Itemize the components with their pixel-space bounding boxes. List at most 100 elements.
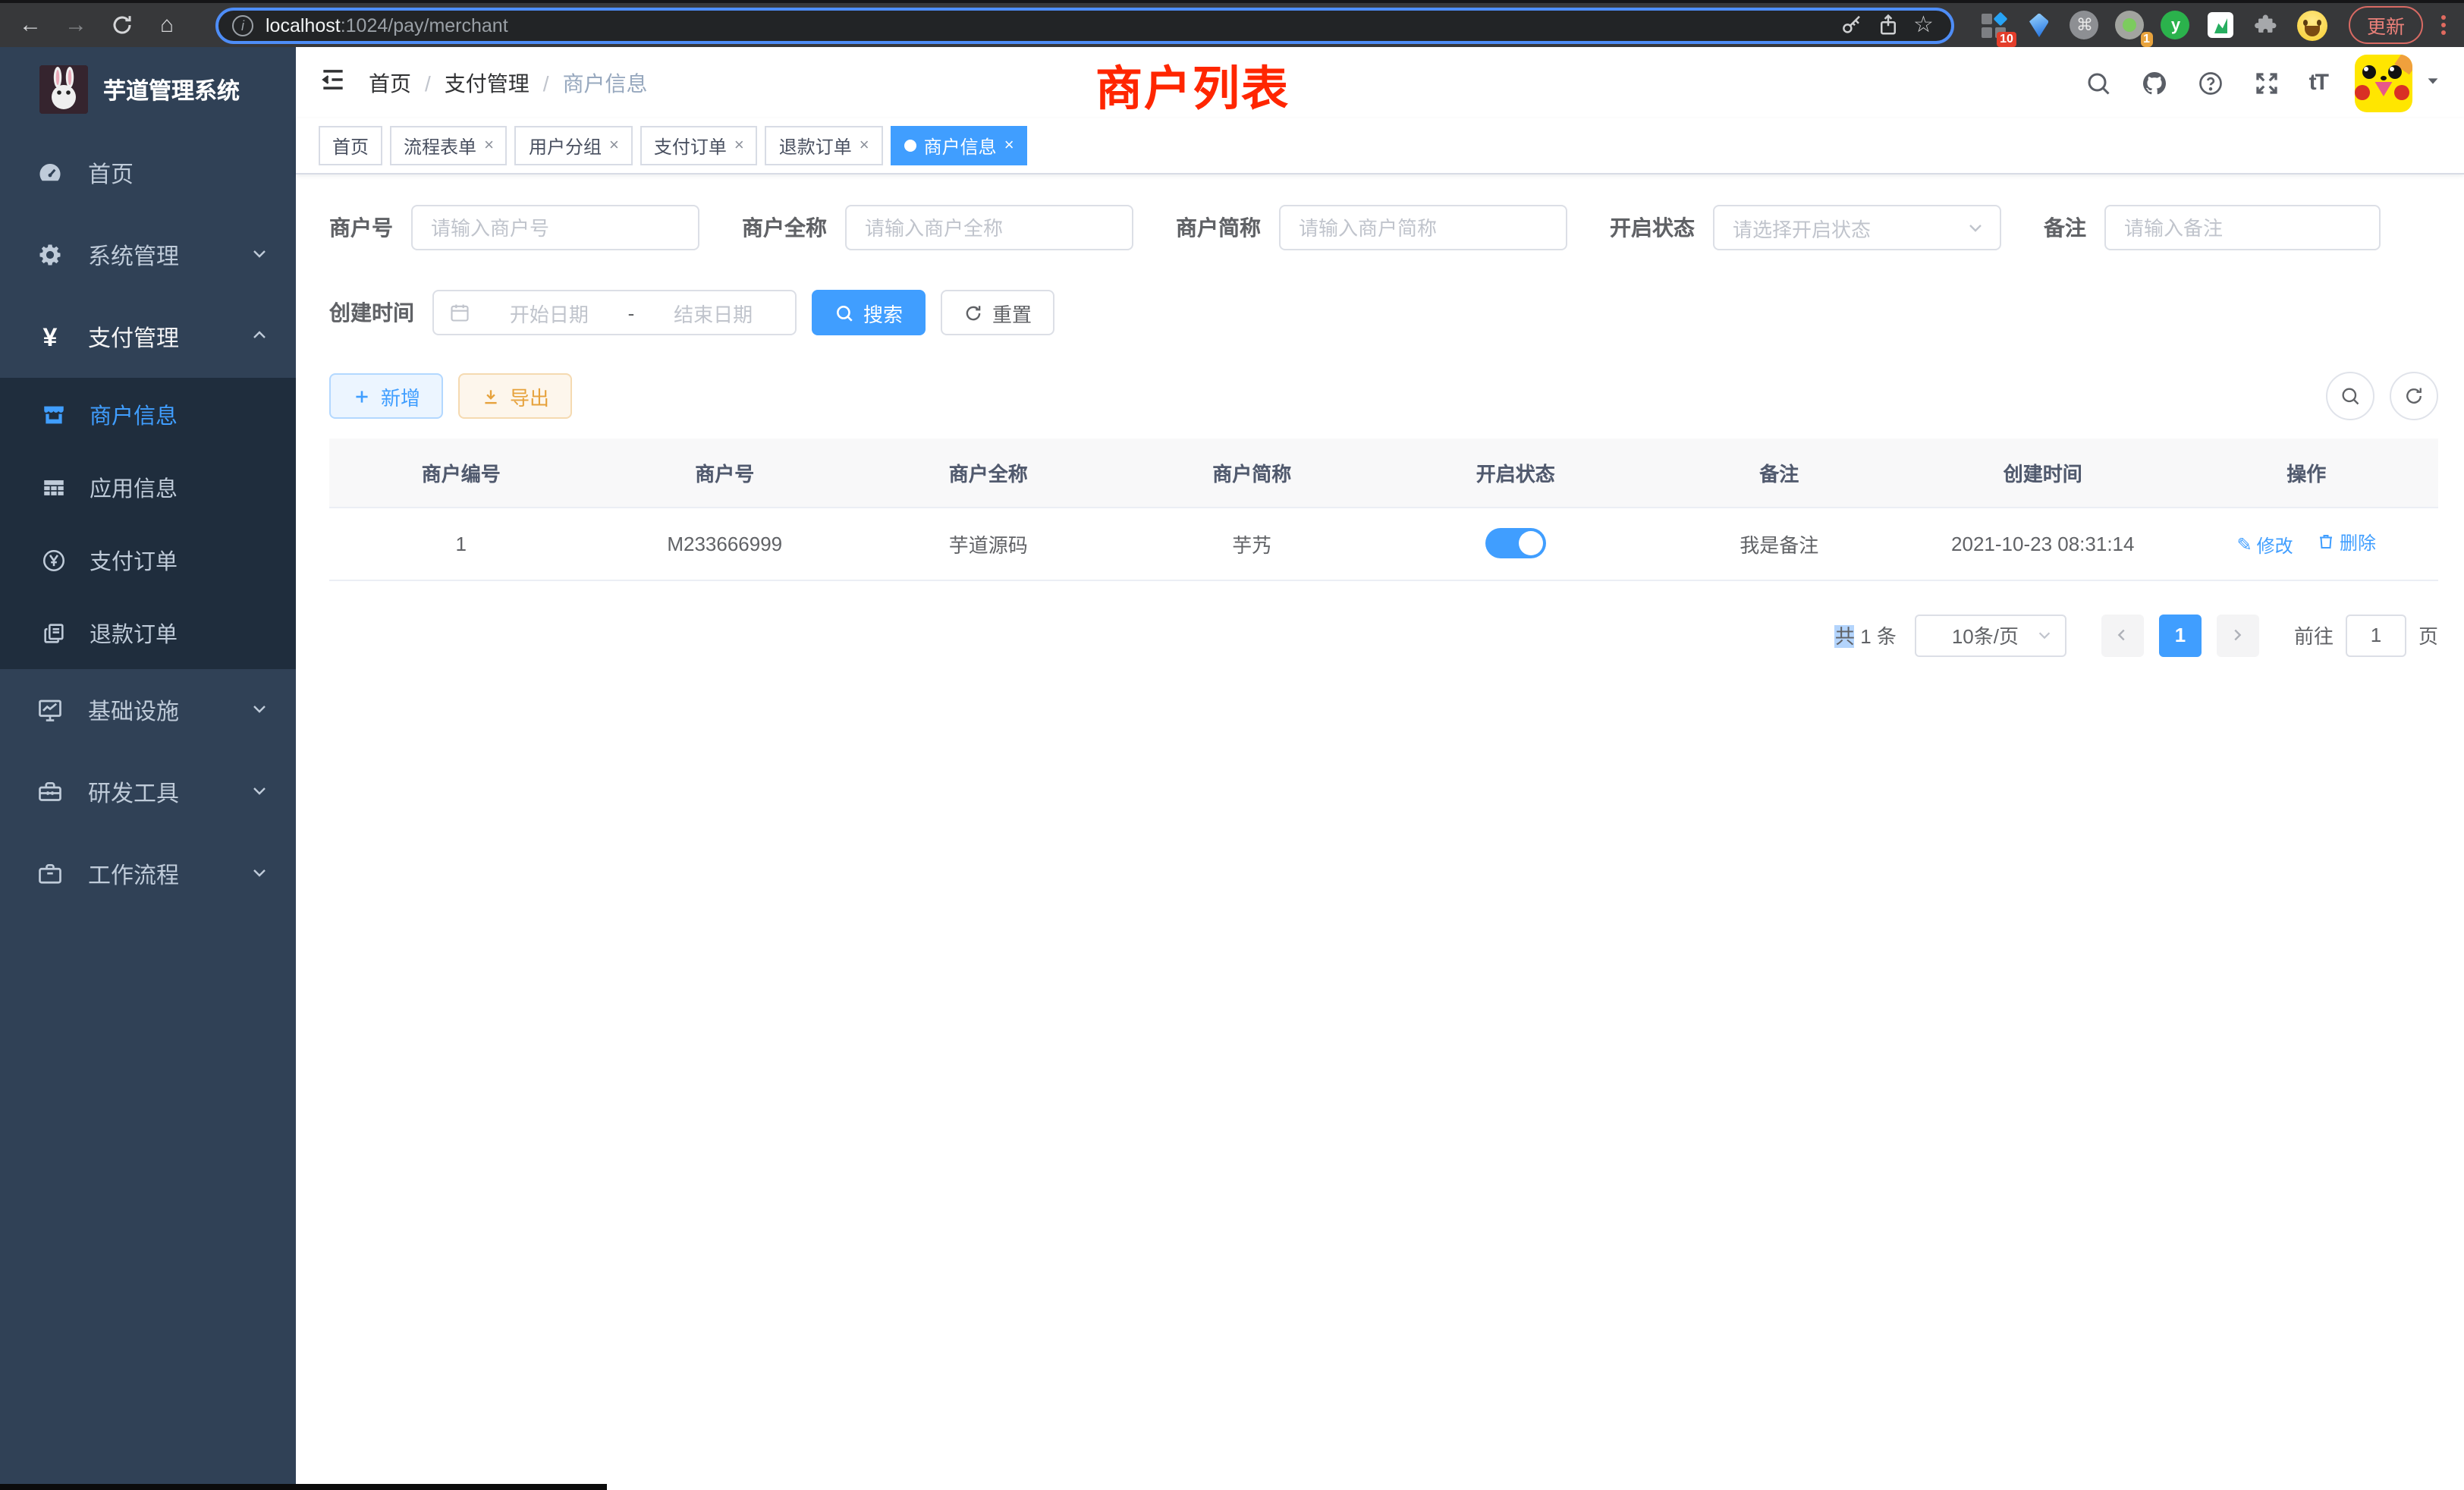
gear-icon: [33, 241, 67, 269]
status-select[interactable]: 请选择开启状态: [1713, 205, 2001, 250]
extension-command-icon[interactable]: ⌘: [2070, 10, 2100, 40]
tab-label: 用户分组: [529, 133, 602, 159]
site-info-icon[interactable]: i: [232, 14, 253, 36]
tab-merchant-info[interactable]: 商户信息×: [891, 126, 1028, 165]
screen: ← → ⌂ i localhost:1024/pay/merchant ☆ 10…: [0, 0, 2464, 1490]
pagination-total: 共 1 条: [1835, 621, 1897, 649]
merchant-no-input[interactable]: [411, 205, 699, 250]
tab-user-group[interactable]: 用户分组 ×: [515, 126, 633, 165]
sidebar-item-home[interactable]: 首页: [0, 132, 296, 214]
next-page-button[interactable]: [2217, 614, 2259, 656]
browser-reload-button[interactable]: [103, 7, 140, 43]
user-avatar[interactable]: [2355, 54, 2412, 112]
breadcrumb-home[interactable]: 首页: [369, 68, 411, 98]
sidebar-item-app-info[interactable]: 应用信息: [0, 451, 296, 523]
status-toggle[interactable]: [1485, 528, 1546, 558]
avatar-caret-icon[interactable]: [2425, 69, 2441, 96]
password-key-icon[interactable]: [1840, 13, 1865, 37]
browser-forward-button[interactable]: →: [58, 7, 94, 43]
toolbox-icon: [33, 778, 67, 806]
sidebar-item-refund-order[interactable]: 退款订单: [0, 596, 296, 669]
extension-badge: 1: [2140, 31, 2153, 46]
header-search-icon[interactable]: [2085, 69, 2112, 96]
page-content: 商户号 商户全称 商户简称 开启状态 请选择开启状态: [296, 174, 2464, 1490]
page-number-1[interactable]: 1: [2159, 614, 2202, 656]
breadcrumb-separator: /: [425, 71, 431, 95]
col-full-name: 商户全称: [856, 439, 1120, 507]
export-button[interactable]: 导出: [458, 373, 572, 419]
url-bar[interactable]: i localhost:1024/pay/merchant ☆: [215, 7, 1954, 43]
refresh-icon: [2403, 385, 2425, 407]
reset-button[interactable]: 重置: [941, 290, 1054, 335]
remark-input[interactable]: [2104, 205, 2381, 250]
sidebar-fold-icon[interactable]: [319, 64, 347, 101]
sidebar-item-pay[interactable]: ¥ 支付管理: [0, 296, 296, 378]
browser-home-button[interactable]: ⌂: [149, 7, 185, 43]
status-select-placeholder: 请选择开启状态: [1733, 213, 1966, 242]
date-range-picker[interactable]: 开始日期 - 结束日期: [432, 290, 797, 335]
extension-apps-icon[interactable]: 10: [1978, 10, 2009, 40]
extension-badge: 10: [1997, 31, 2016, 46]
col-short-name: 商户简称: [1120, 439, 1384, 507]
col-created-at: 创建时间: [1911, 439, 2175, 507]
search-button[interactable]: 搜索: [812, 290, 926, 335]
browser-back-button[interactable]: ←: [12, 7, 49, 43]
extension-yuque-icon[interactable]: y: [2161, 10, 2191, 40]
col-merchant-no: 商户号: [593, 439, 857, 507]
chrome-update-button[interactable]: 更新: [2349, 6, 2423, 44]
tab-refund-order[interactable]: 退款订单 ×: [765, 126, 883, 165]
app-logo-row[interactable]: 芋道管理系统: [0, 47, 296, 132]
app-logo-image: [39, 65, 88, 114]
prev-page-button[interactable]: [2101, 614, 2144, 656]
bookmark-star-icon[interactable]: ☆: [1913, 13, 1938, 37]
sidebar-item-system[interactable]: 系统管理: [0, 214, 296, 296]
page-size-select[interactable]: 10条/页: [1915, 614, 2066, 656]
extension-doc-icon[interactable]: [2206, 10, 2236, 40]
add-button[interactable]: 新增: [329, 373, 443, 419]
copy-document-icon: [36, 620, 70, 646]
edit-link-label: 修改: [2257, 532, 2293, 558]
tab-label: 流程表单: [404, 133, 476, 159]
close-icon[interactable]: ×: [484, 137, 494, 155]
edit-link[interactable]: ✎修改: [2237, 532, 2293, 558]
chevron-up-icon: [250, 324, 269, 350]
page-size-value: 10条/页: [1934, 621, 2036, 649]
tab-label: 退款订单: [779, 133, 852, 159]
cell-merchant-no: M233666999: [593, 507, 857, 580]
close-icon[interactable]: ×: [1004, 137, 1014, 155]
short-name-label: 商户简称: [1176, 212, 1261, 243]
github-icon[interactable]: [2141, 69, 2168, 96]
refresh-table-button[interactable]: [2390, 372, 2438, 420]
delete-link[interactable]: 删除: [2317, 529, 2376, 555]
close-icon[interactable]: ×: [609, 137, 619, 155]
sidebar-item-workflow[interactable]: 工作流程: [0, 833, 296, 915]
fullscreen-icon[interactable]: [2253, 69, 2280, 96]
sidebar-item-devtools[interactable]: 研发工具: [0, 751, 296, 833]
sidebar: 芋道管理系统 首页 系统管理 ¥: [0, 47, 296, 1490]
short-name-input[interactable]: [1279, 205, 1567, 250]
font-size-icon[interactable]: tT: [2309, 70, 2327, 96]
help-question-icon[interactable]: [2197, 69, 2224, 96]
sidebar-item-pay-order[interactable]: 支付订单: [0, 523, 296, 596]
close-icon[interactable]: ×: [734, 137, 744, 155]
tab-label: 首页: [332, 133, 369, 159]
tab-home[interactable]: 首页: [319, 126, 382, 165]
share-icon[interactable]: [1877, 13, 1901, 37]
browser-menu-icon[interactable]: [2441, 15, 2446, 35]
extension-tray-icon[interactable]: 1: [2115, 10, 2145, 40]
extension-gem-icon[interactable]: [2024, 10, 2054, 40]
sidebar-item-merchant-info[interactable]: 商户信息: [0, 378, 296, 451]
toggle-search-button[interactable]: [2326, 372, 2374, 420]
tab-process-form[interactable]: 流程表单 ×: [390, 126, 508, 165]
url-path: :1024/pay/merchant: [341, 14, 508, 36]
tab-pay-order[interactable]: 支付订单×: [640, 126, 758, 165]
sidebar-item-infra[interactable]: 基础设施: [0, 669, 296, 751]
sidebar-item-label: 商户信息: [90, 398, 178, 430]
browser-profile-avatar[interactable]: [2297, 10, 2327, 40]
close-icon[interactable]: ×: [860, 137, 869, 155]
extensions-puzzle-icon[interactable]: [2252, 10, 2282, 40]
breadcrumb-pay[interactable]: 支付管理: [445, 68, 530, 98]
full-name-input[interactable]: [845, 205, 1133, 250]
goto-page-input[interactable]: [2346, 614, 2406, 656]
page-unit-label: 页: [2418, 621, 2438, 649]
